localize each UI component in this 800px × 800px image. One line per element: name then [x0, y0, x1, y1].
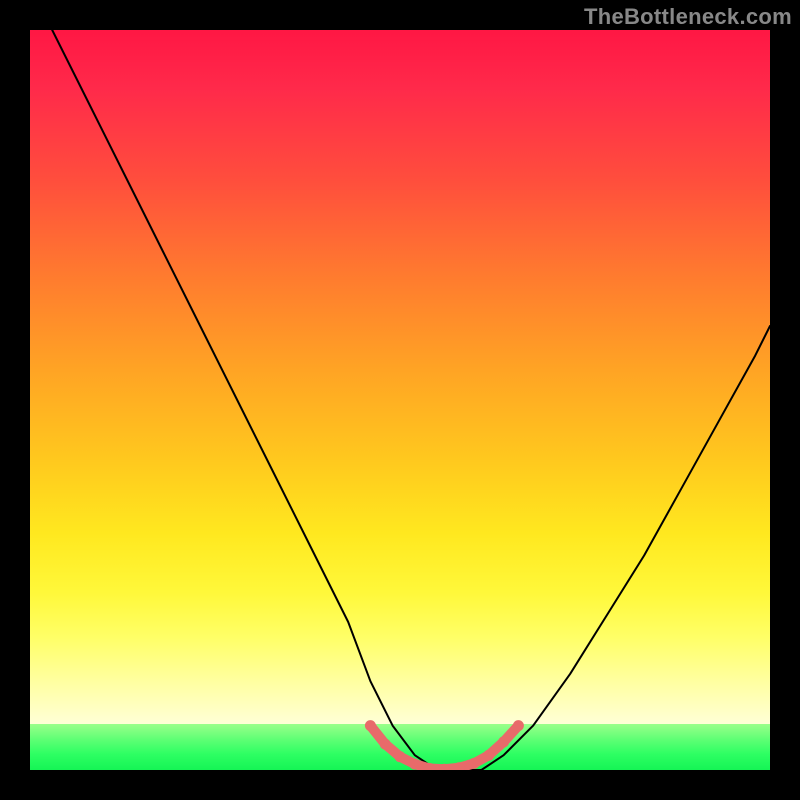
chart-frame: TheBottleneck.com: [0, 0, 800, 800]
watermark-text: TheBottleneck.com: [584, 4, 792, 30]
green-band: [30, 724, 770, 770]
gradient-plot-area: [30, 30, 770, 770]
